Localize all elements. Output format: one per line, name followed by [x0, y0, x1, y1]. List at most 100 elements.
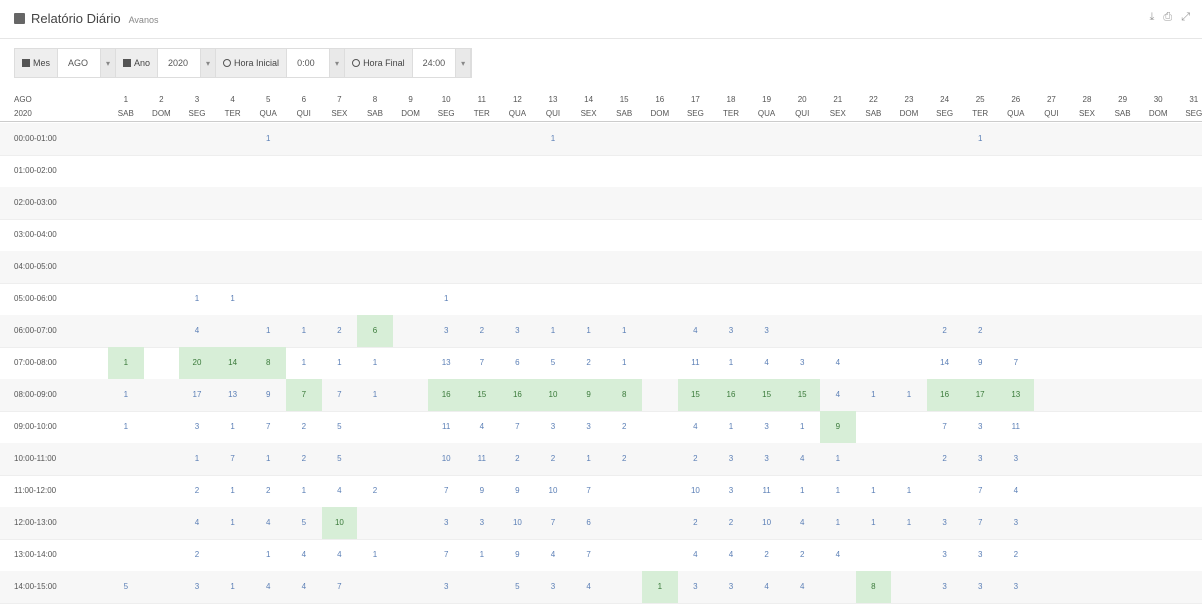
table-cell[interactable]: 1 [179, 283, 215, 315]
table-cell[interactable]: 4 [678, 411, 714, 443]
table-cell[interactable]: 15 [784, 379, 820, 411]
table-cell[interactable]: 4 [286, 539, 322, 571]
table-cell[interactable]: 2 [784, 539, 820, 571]
table-cell[interactable]: 3 [535, 411, 571, 443]
table-cell[interactable]: 2 [927, 315, 963, 347]
table-cell[interactable]: 1 [108, 379, 144, 411]
table-cell[interactable]: 1 [286, 475, 322, 507]
table-cell[interactable]: 3 [962, 411, 998, 443]
table-cell[interactable]: 4 [286, 571, 322, 603]
table-cell[interactable]: 3 [713, 571, 749, 603]
table-cell[interactable]: 3 [749, 411, 785, 443]
table-cell[interactable]: 3 [784, 347, 820, 379]
table-cell[interactable]: 10 [428, 443, 464, 475]
table-cell[interactable]: 8 [855, 571, 892, 603]
table-cell[interactable]: 3 [713, 443, 749, 475]
table-cell[interactable]: 9 [500, 539, 536, 571]
table-cell[interactable]: 1 [606, 347, 642, 379]
table-cell[interactable]: 1 [856, 507, 892, 539]
table-cell[interactable]: 10 [535, 475, 571, 507]
table-cell[interactable]: 1 [357, 347, 393, 379]
table-cell[interactable]: 1 [642, 571, 678, 603]
table-cell[interactable]: 4 [713, 539, 749, 571]
table-cell[interactable]: 4 [998, 475, 1034, 507]
table-cell[interactable]: 1 [357, 379, 393, 411]
table-cell[interactable]: 1 [286, 315, 322, 347]
table-cell[interactable]: 2 [179, 539, 215, 571]
table-cell[interactable]: 11 [428, 411, 464, 443]
table-cell[interactable]: 13 [215, 379, 251, 411]
table-cell[interactable]: 11 [464, 443, 500, 475]
table-cell[interactable]: 3 [571, 411, 607, 443]
table-cell[interactable]: 4 [179, 315, 215, 347]
year-dropdown-button[interactable]: ▾ [200, 49, 217, 77]
table-cell[interactable]: 5 [500, 571, 536, 603]
table-cell[interactable]: 3 [749, 315, 785, 347]
table-cell[interactable]: 4 [784, 571, 820, 603]
table-cell[interactable]: 1 [856, 475, 892, 507]
table-cell[interactable]: 14 [927, 347, 963, 379]
table-cell[interactable]: 8 [606, 379, 642, 411]
month-select[interactable]: AGO [58, 49, 100, 77]
table-cell[interactable]: 10 [678, 475, 714, 507]
table-cell[interactable]: 1 [428, 283, 464, 315]
table-cell[interactable]: 2 [357, 475, 393, 507]
table-cell[interactable]: 15 [677, 379, 714, 411]
table-cell[interactable]: 3 [179, 411, 215, 443]
table-cell[interactable]: 9 [962, 347, 998, 379]
table-cell[interactable]: 16 [926, 379, 963, 411]
table-cell[interactable]: 10 [321, 507, 358, 539]
table-cell[interactable]: 9 [570, 379, 607, 411]
table-cell[interactable]: 3 [713, 475, 749, 507]
table-cell[interactable]: 2 [322, 315, 358, 347]
table-cell[interactable]: 10 [749, 507, 785, 539]
table-cell[interactable]: 2 [464, 315, 500, 347]
table-cell[interactable]: 1 [215, 571, 251, 603]
table-cell[interactable]: 1 [571, 443, 607, 475]
table-cell[interactable]: 7 [428, 539, 464, 571]
table-cell[interactable]: 2 [713, 507, 749, 539]
table-cell[interactable]: 1 [820, 475, 856, 507]
table-cell[interactable]: 2 [678, 507, 714, 539]
table-cell[interactable]: 1 [856, 379, 892, 411]
table-cell[interactable]: 7 [962, 507, 998, 539]
table-cell[interactable]: 4 [820, 379, 856, 411]
table-cell[interactable]: 16 [713, 379, 749, 411]
table-cell[interactable]: 1 [108, 347, 144, 379]
table-cell[interactable]: 7 [998, 347, 1034, 379]
download-icon[interactable]: ⤓ [1150, 11, 1155, 24]
table-cell[interactable]: 4 [784, 507, 820, 539]
table-cell[interactable]: 3 [713, 315, 749, 347]
table-cell[interactable]: 2 [678, 443, 714, 475]
table-cell[interactable]: 1 [357, 539, 393, 571]
table-cell[interactable]: 4 [535, 539, 571, 571]
table-cell[interactable]: 9 [464, 475, 500, 507]
table-cell[interactable]: 4 [820, 347, 856, 379]
table-cell[interactable]: 17 [962, 379, 998, 411]
table-cell[interactable]: 3 [464, 507, 500, 539]
table-cell[interactable]: 3 [500, 315, 536, 347]
table-cell[interactable]: 3 [998, 571, 1034, 603]
table-cell[interactable]: 3 [998, 443, 1034, 475]
table-cell[interactable]: 10 [535, 379, 571, 411]
table-cell[interactable]: 2 [571, 347, 607, 379]
table-cell[interactable]: 9 [250, 379, 286, 411]
table-cell[interactable]: 1 [108, 411, 144, 443]
table-cell[interactable]: 4 [322, 475, 358, 507]
table-cell[interactable]: 7 [464, 347, 500, 379]
table-cell[interactable]: 4 [678, 315, 714, 347]
table-cell[interactable]: 1 [713, 411, 749, 443]
table-cell[interactable]: 17 [179, 379, 215, 411]
table-cell[interactable]: 15 [748, 379, 785, 411]
table-cell[interactable]: 20 [179, 347, 215, 379]
table-cell[interactable]: 4 [749, 347, 785, 379]
table-cell[interactable]: 1 [179, 443, 215, 475]
table-cell[interactable]: 10 [500, 507, 536, 539]
table-cell[interactable]: 3 [428, 315, 464, 347]
table-cell[interactable]: 1 [250, 539, 286, 571]
table-cell[interactable]: 3 [428, 571, 464, 603]
table-cell[interactable]: 6 [357, 315, 393, 347]
table-cell[interactable]: 5 [535, 347, 571, 379]
table-cell[interactable]: 1 [784, 411, 820, 443]
table-cell[interactable]: 1 [962, 123, 998, 155]
